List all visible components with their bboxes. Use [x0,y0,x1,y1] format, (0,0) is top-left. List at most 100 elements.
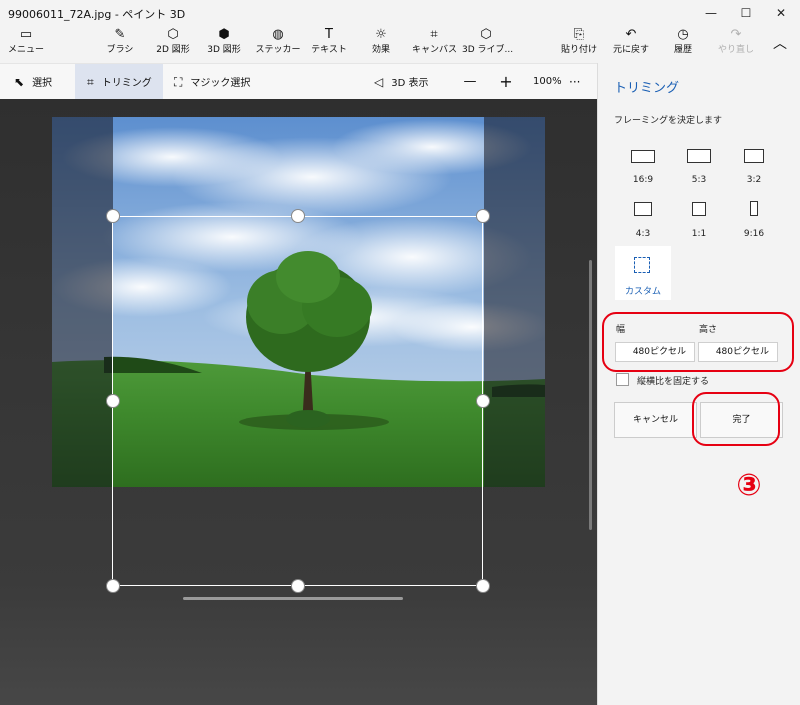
panel-title: トリミング [614,81,680,96]
minimize-button[interactable]: — [694,3,728,23]
ratio-3-2-icon [744,149,764,163]
size-fields-highlight [602,312,794,372]
lock-aspect-checkbox[interactable] [616,373,629,386]
maximize-button[interactable]: ☐ [729,3,763,23]
brush-label: ブラシ [106,45,134,55]
undo-button[interactable]: ↶ 元に戻す [612,26,650,62]
2d-shapes-icon: ⬡ [167,27,179,42]
redo-label: やり直し [717,45,754,55]
ratio-4-3-icon [634,202,652,216]
select-label: 選択 [32,78,53,89]
effects-label: 効果 [371,45,390,55]
crop-handle-bottom-right[interactable] [476,579,490,593]
custom-ratio-label: カスタム [624,287,661,297]
sticker-icon: ◍ [272,27,284,42]
crop-frame[interactable] [112,216,483,586]
close-button[interactable]: ✕ [764,3,798,23]
ratio-5-3-label: 5:3 [691,175,707,185]
custom-ratio-option[interactable]: カスタム [615,246,671,300]
ratio-16-9-option[interactable]: 16:9 [615,145,671,191]
crop-handle-top-left[interactable] [106,209,120,223]
history-button[interactable]: ◷ 履歴 [664,26,702,62]
canvas-icon: ⌗ [430,27,438,42]
crop-handle-bottom[interactable] [291,579,305,593]
horizontal-scrollbar[interactable] [183,597,403,600]
crop-label: トリミング [101,78,152,89]
select-button[interactable]: ⬉ 選択 [14,64,72,100]
collapse-ribbon-button[interactable]: ︿ [766,26,794,62]
crop-handle-top-right[interactable] [476,209,490,223]
window-title: 99006011_72A.jpg - ペイント 3D [8,8,186,21]
ratio-16-9-label: 16:9 [632,175,654,185]
more-options-button[interactable]: ··· [569,64,589,100]
menu-button[interactable]: ▭ メニュー [6,26,46,62]
ratio-9-16-icon [750,201,758,216]
canvas-tool[interactable]: ⌗ キャンバス [412,26,458,62]
ratio-9-16-option[interactable]: 9:16 [726,199,782,245]
ratio-5-3-icon [687,149,711,163]
undo-label: 元に戻す [612,45,649,55]
ratio-4-3-label: 4:3 [635,229,651,239]
crop-panel: トリミング フレーミングを決定します 16:9 5:3 3:2 4:3 1:1 … [597,63,800,705]
3d-shapes-tool[interactable]: ⬢ 3D 図形 [204,26,244,62]
3d-view-icon: ◁ [374,75,384,89]
zoom-in-button[interactable]: + [498,64,514,100]
3d-library-tool[interactable]: ⬡ 3D ライブ... [462,26,514,62]
brush-tool[interactable]: ✎ ブラシ [103,26,137,62]
ratio-3-2-label: 3:2 [746,175,762,185]
crop-toolbar: ⬉ 選択 ⌗ トリミング ⛶ マジック選択 ◁ 3D 表示 — + 100% ··· [0,63,597,100]
ratio-1-1-label: 1:1 [691,229,707,239]
2d-shapes-label: 2D 図形 [156,45,190,55]
magic-select-button[interactable]: ⛶ マジック選択 [174,64,264,100]
2d-shapes-tool[interactable]: ⬡ 2D 図形 [153,26,193,62]
cancel-button[interactable]: キャンセル [614,402,697,438]
magic-select-label: マジック選択 [190,78,251,89]
zoom-out-button[interactable]: — [462,64,478,100]
done-button-highlight [692,392,780,446]
ribbon: ▭ メニュー ✎ ブラシ ⬡ 2D 図形 ⬢ 3D 図形 ◍ ステッカー T テ… [0,26,800,62]
magic-select-icon: ⛶ [174,75,183,89]
crop-handle-bottom-left[interactable] [106,579,120,593]
paste-icon: ⎘ [573,27,585,42]
custom-ratio-icon [634,257,650,273]
crop-button[interactable]: ⌗ トリミング [75,64,163,100]
vertical-scrollbar[interactable] [589,260,592,530]
3d-shapes-icon: ⬢ [218,27,230,42]
sticker-tool[interactable]: ◍ ステッカー [255,26,301,62]
menu-label: メニュー [7,45,44,55]
undo-icon: ↶ [625,27,637,42]
crop-handle-left[interactable] [106,394,120,408]
sticker-label: ステッカー [255,45,301,55]
text-tool[interactable]: T テキスト [309,26,349,62]
crop-shade-right [484,117,545,487]
crop-handle-right[interactable] [476,394,490,408]
ratio-1-1-option[interactable]: 1:1 [671,199,727,245]
ratio-16-9-icon [631,150,655,163]
ratio-3-2-option[interactable]: 3:2 [726,145,782,191]
text-label: テキスト [311,45,347,55]
paste-label: 貼り付け [560,45,597,55]
title-bar: 99006011_72A.jpg - ペイント 3D — ☐ ✕ [0,0,800,26]
brush-icon: ✎ [114,27,126,42]
crop-shade-left [52,117,113,487]
ratio-9-16-label: 9:16 [743,229,765,239]
crop-icon: ⌗ [87,75,94,89]
3d-library-label: 3D ライブ... [462,45,514,55]
effects-tool[interactable]: ☼ 効果 [362,26,400,62]
3d-view-button[interactable]: ◁ 3D 表示 [374,64,438,100]
history-icon: ◷ [677,27,689,42]
zoom-level[interactable]: 100% [533,64,562,100]
cursor-icon: ⬉ [14,75,25,89]
redo-button[interactable]: ↷ やり直し [716,26,756,62]
ratio-5-3-option[interactable]: 5:3 [671,145,727,191]
canvas-label: キャンバス [412,45,458,55]
3d-library-icon: ⬡ [480,27,492,42]
lock-aspect-label: 縦横比を固定する [637,377,710,387]
crop-handle-top[interactable] [291,209,305,223]
step-number-badge: ③ [736,468,762,503]
paste-button[interactable]: ⎘ 貼り付け [560,26,598,62]
history-label: 履歴 [673,45,692,55]
ratio-4-3-option[interactable]: 4:3 [615,199,671,245]
folder-icon: ▭ [19,27,33,42]
ratio-1-1-icon [692,202,706,216]
